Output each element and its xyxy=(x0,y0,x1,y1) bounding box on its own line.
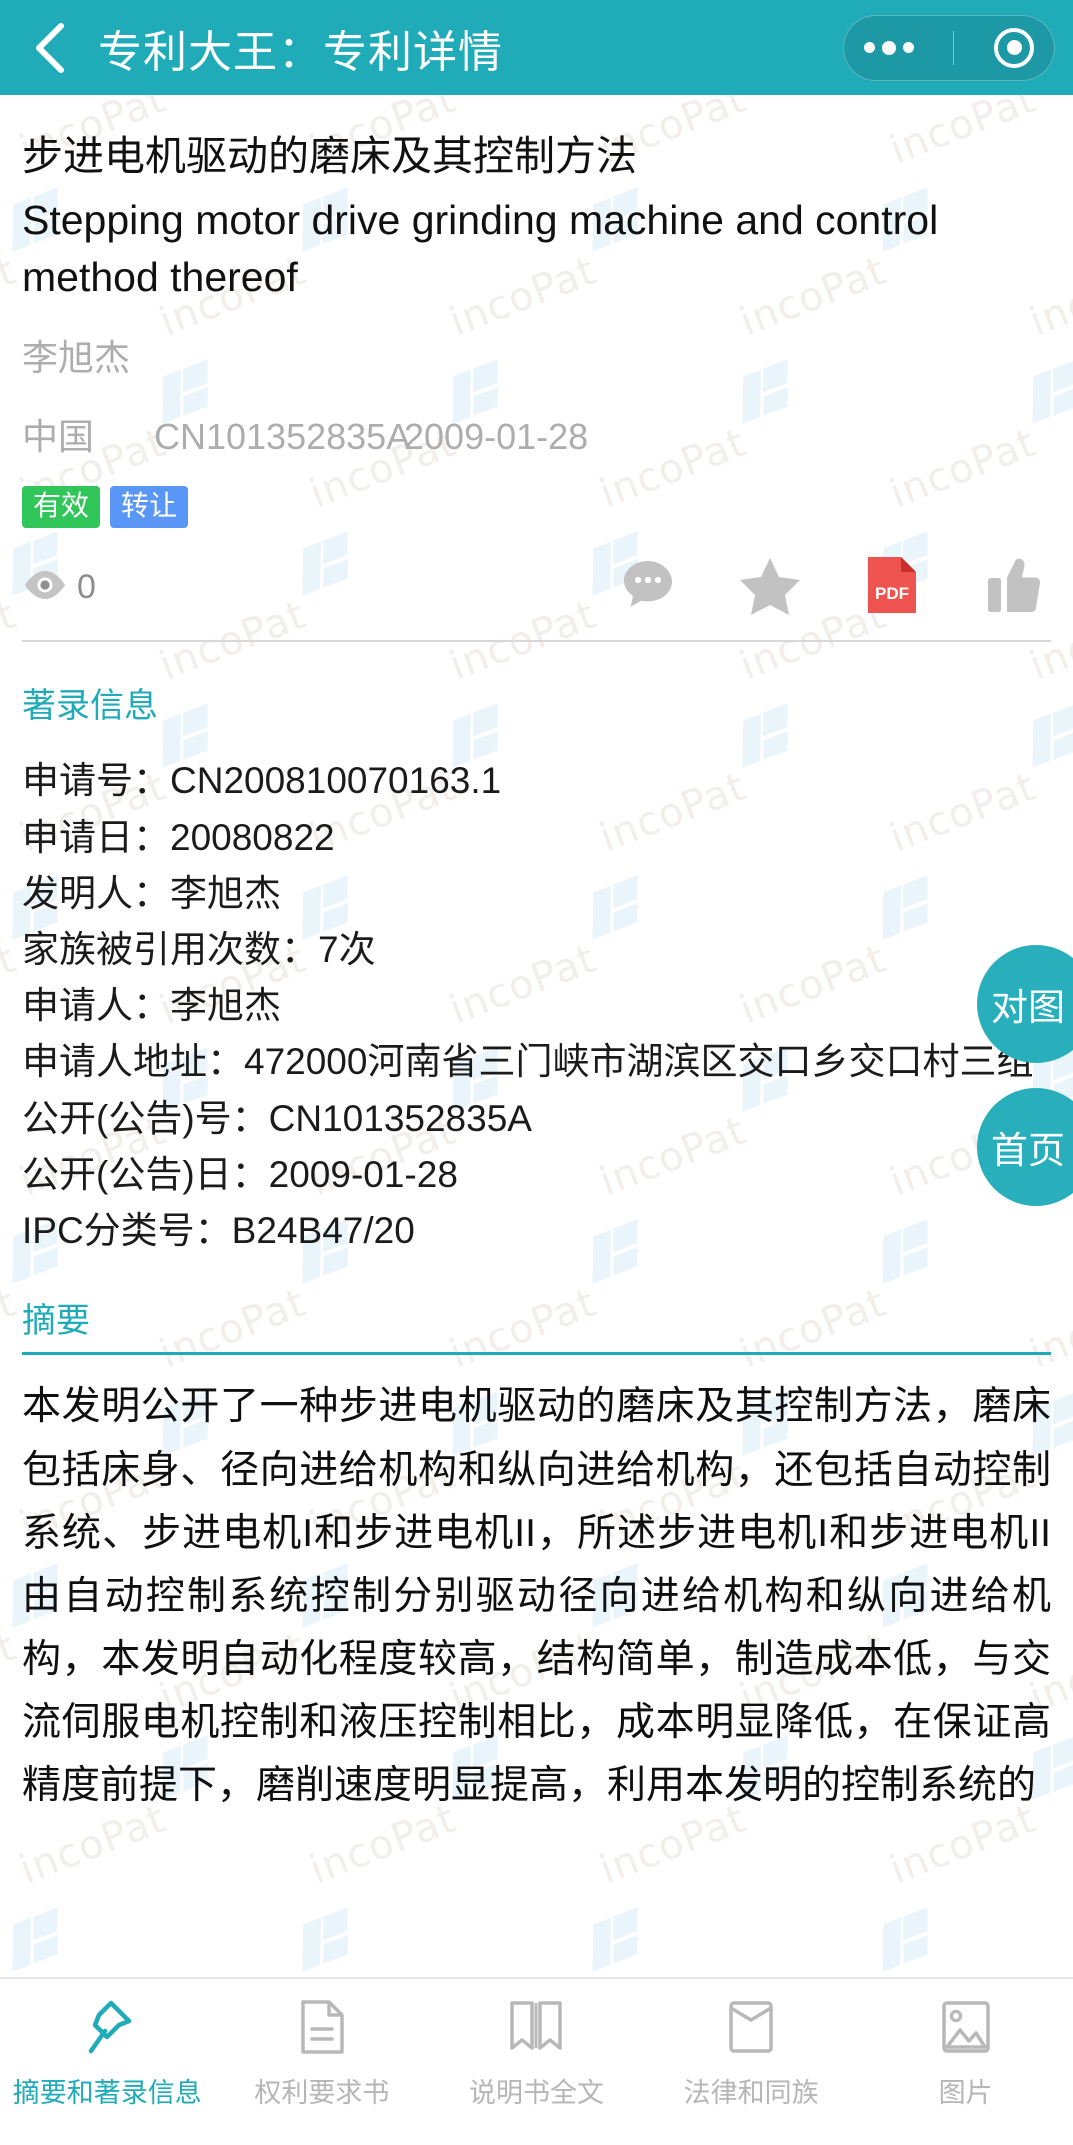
watermark-tile: incoPat xyxy=(720,1879,1054,1980)
patent-publication-number: CN101352835A xyxy=(154,416,411,458)
patent-title-en: Stepping motor drive grinding machine an… xyxy=(22,197,939,300)
action-icons: PDF xyxy=(617,548,1045,626)
tab-legal-and-family[interactable]: 法律和同族 xyxy=(644,1979,859,2145)
watermark-logo-mark xyxy=(580,1902,660,1974)
section-heading-abstract: 摘要 xyxy=(22,1293,1051,1356)
biblio-item-publication-number: 公开(公告)号：CN101352835A xyxy=(22,1097,532,1139)
image-icon xyxy=(940,1995,992,2059)
pdf-icon: PDF xyxy=(865,554,919,621)
patent-detail-screen: 专利大王：专利详情 incoPat incoPat incoPat incoPat in… xyxy=(0,0,1073,2145)
comment-icon xyxy=(619,557,677,618)
biblio-item-applicant-address: 申请人地址：472000河南省三门峡市湖滨区交口乡交口村三组 xyxy=(22,1041,1034,1083)
miniprogram-capsule[interactable] xyxy=(843,14,1055,81)
tab-description[interactable]: 说明书全文 xyxy=(429,1979,644,2145)
app-header: 专利大王：专利详情 xyxy=(0,0,1073,95)
ellipsis-icon[interactable] xyxy=(863,40,914,55)
view-counter: 0 xyxy=(22,568,96,607)
thumbs-up-icon xyxy=(985,555,1043,620)
open-book-icon xyxy=(509,1995,563,2059)
patent-publication-date: 2009-01-28 xyxy=(404,416,589,458)
content-divider xyxy=(22,640,1051,643)
biblio-item-family-citations: 家族被引用次数：7次 xyxy=(22,928,376,970)
watermark-logo-mark xyxy=(870,1902,950,1974)
biblio-item-application-date: 申请日：20080822 xyxy=(22,816,335,858)
compare-image-button-label: 对图 xyxy=(991,987,1065,1028)
section-heading-biblio: 著录信息 xyxy=(22,687,158,726)
biblio-list: 申请号：CN200810070163.1 申请日：20080822 发明人：李旭… xyxy=(22,753,1051,1259)
tab-label: 说明书全文 xyxy=(468,2078,604,2108)
abstract-text: 本发明公开了一种步进电机驱动的磨床及其控制方法，磨床包括床身、径向进给机构和纵向… xyxy=(22,1385,1051,1808)
tab-label: 图片 xyxy=(938,2078,993,2108)
pin-icon xyxy=(81,1995,133,2059)
bottom-tab-bar: 摘要和著录信息 权利要求书 说明书全文 法律和同族 图片 xyxy=(0,1977,1073,2145)
biblio-item-publication-date: 公开(公告)日：2009-01-28 xyxy=(22,1153,458,1195)
status-badge-transfer: 转让 xyxy=(110,486,189,529)
status-badge-valid: 有效 xyxy=(22,486,101,529)
target-circle-icon[interactable] xyxy=(994,27,1035,68)
like-button[interactable] xyxy=(983,556,1045,618)
tab-abstract-and-biblio[interactable]: 摘要和著录信息 xyxy=(0,1979,215,2145)
chevron-left-icon xyxy=(32,21,66,75)
eye-icon xyxy=(22,569,68,606)
patent-inventor-subtitle: 李旭杰 xyxy=(22,336,131,378)
watermark-tile: incoPat xyxy=(0,1879,184,1980)
watermark-tile: incoPat xyxy=(1010,1879,1073,1980)
patent-country: 中国 xyxy=(22,416,95,458)
envelope-icon xyxy=(728,1995,774,2059)
tab-claims[interactable]: 权利要求书 xyxy=(215,1979,430,2145)
watermark-tile: incoPat xyxy=(430,1879,764,1980)
svg-text:PDF: PDF xyxy=(875,584,909,603)
patent-content: 步进电机驱动的磨床及其控制方法 Stepping motor drive gri… xyxy=(0,129,1073,1818)
favorite-button[interactable] xyxy=(739,556,801,618)
patent-title-cn: 步进电机驱动的磨床及其控制方法 xyxy=(22,133,637,179)
star-icon xyxy=(739,555,801,620)
biblio-item-application-number: 申请号：CN200810070163.1 xyxy=(22,760,502,802)
pdf-button[interactable]: PDF xyxy=(861,556,923,618)
watermark-logo-mark xyxy=(0,1902,80,1974)
patent-meta-row: 中国 CN101352835A 2009-01-28 xyxy=(22,408,1051,460)
home-button-label: 首页 xyxy=(991,1130,1065,1171)
page-title: 专利大王：专利详情 xyxy=(98,27,503,77)
watermark-logo-mark xyxy=(290,1902,370,1974)
biblio-item-inventor: 发明人：李旭杰 xyxy=(22,872,281,914)
tab-label: 权利要求书 xyxy=(254,2078,390,2108)
status-badges: 有效 转让 xyxy=(22,486,1051,529)
watermark-tile: incoPat xyxy=(140,1879,474,1980)
view-count-value: 0 xyxy=(77,567,96,606)
back-button[interactable] xyxy=(22,21,76,75)
biblio-item-ipc: IPC分类号：B24B47/20 xyxy=(22,1210,415,1252)
capsule-divider xyxy=(953,30,955,65)
tab-label: 摘要和著录信息 xyxy=(12,2078,202,2108)
biblio-item-applicant: 申请人：李旭杰 xyxy=(22,985,281,1027)
action-row: 0 PDF xyxy=(22,548,1051,626)
tab-images[interactable]: 图片 xyxy=(858,1979,1073,2145)
comment-button[interactable] xyxy=(617,556,679,618)
document-icon xyxy=(299,1995,345,2059)
tab-label: 法律和同族 xyxy=(683,2078,819,2108)
